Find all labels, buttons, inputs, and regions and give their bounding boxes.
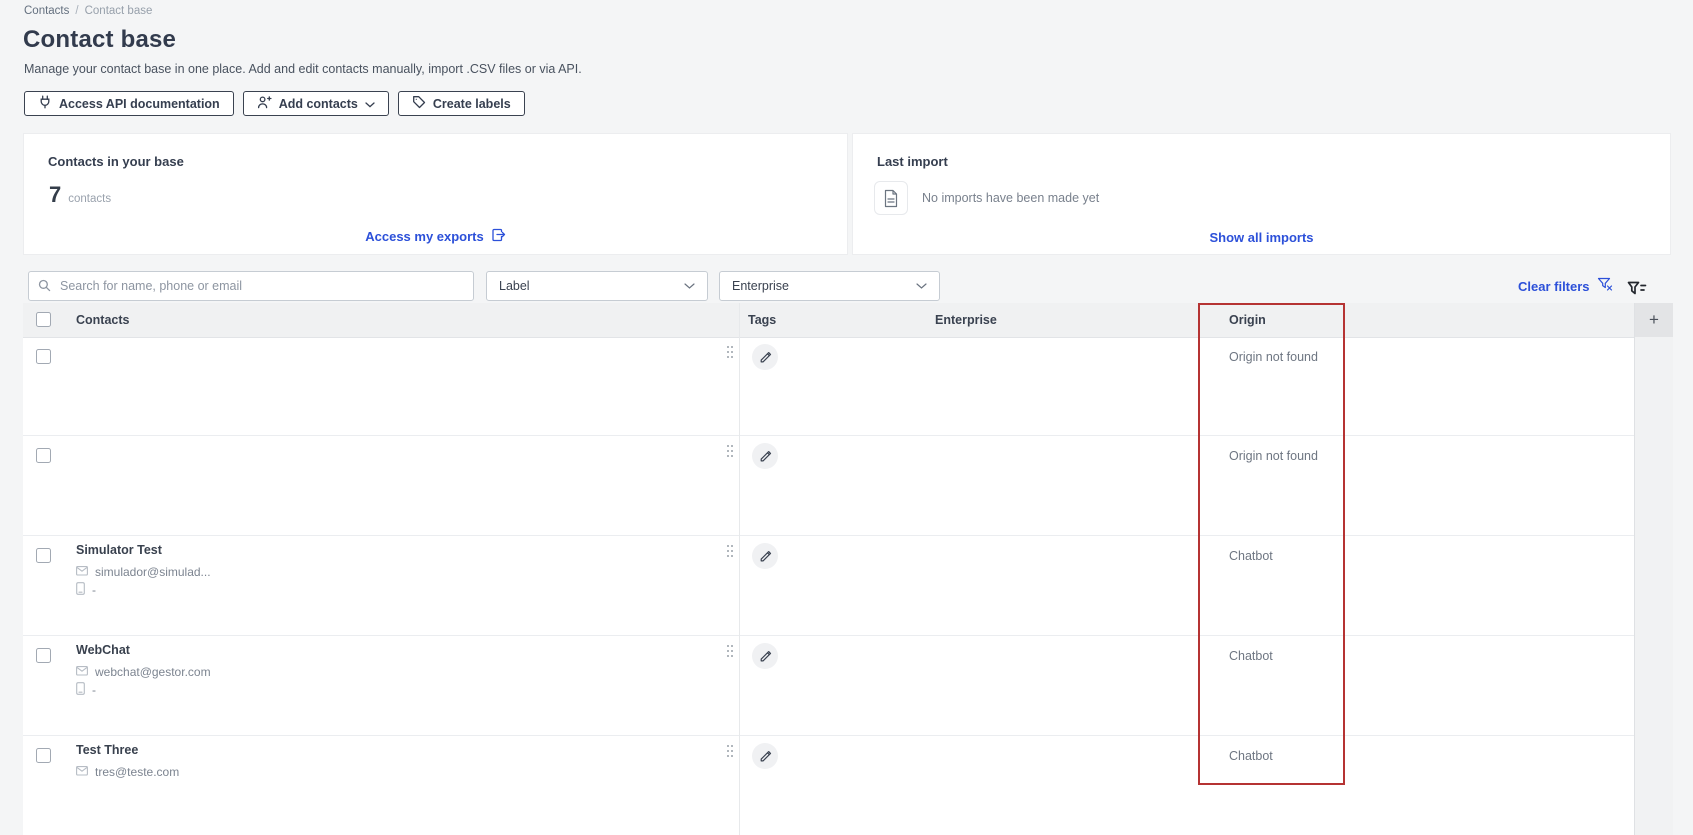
breadcrumb-contacts[interactable]: Contacts bbox=[24, 5, 69, 17]
contact-name: Simulator Test bbox=[76, 543, 162, 557]
email-icon bbox=[76, 565, 88, 580]
chevron-down-icon bbox=[916, 279, 927, 293]
row-menu-icon[interactable] bbox=[726, 345, 736, 361]
contact-name: Test Three bbox=[76, 743, 139, 757]
edit-tags-button[interactable] bbox=[752, 443, 778, 469]
create-labels-label: Create labels bbox=[432, 96, 511, 111]
page-title: Contact base bbox=[23, 26, 177, 53]
contact-cell: WebChat webchat@gestor.com - bbox=[76, 642, 211, 699]
breadcrumb-separator: / bbox=[75, 5, 79, 17]
origin-value: Origin not found bbox=[1229, 350, 1318, 364]
filter-list-icon bbox=[1627, 281, 1647, 300]
table-row: Origin not found bbox=[23, 436, 1634, 536]
contact-base-page: Contacts / Contact base Contact base Man… bbox=[0, 0, 1693, 835]
show-all-imports-link[interactable]: Show all imports bbox=[853, 230, 1670, 245]
breadcrumb-current: Contact base bbox=[84, 5, 153, 17]
contact-search bbox=[28, 271, 474, 301]
row-checkbox[interactable] bbox=[36, 448, 51, 463]
column-header-origin[interactable]: Origin bbox=[1229, 313, 1266, 327]
column-header-contacts[interactable]: Contacts bbox=[76, 313, 129, 327]
table-right-rail: + bbox=[1634, 303, 1673, 835]
last-import-title: Last import bbox=[877, 154, 948, 169]
phone-icon bbox=[76, 682, 85, 699]
table-header: Contacts Tags Enterprise Origin bbox=[23, 303, 1634, 338]
page-subtitle: Manage your contact base in one place. A… bbox=[24, 62, 582, 76]
add-column-button[interactable]: + bbox=[1635, 303, 1673, 337]
last-import-empty-state: No imports have been made yet bbox=[874, 181, 1099, 215]
no-imports-message: No imports have been made yet bbox=[922, 191, 1100, 205]
row-menu-icon[interactable] bbox=[726, 444, 736, 460]
contact-name: WebChat bbox=[76, 643, 130, 657]
edit-tags-button[interactable] bbox=[752, 344, 778, 370]
table-row: Simulator Test simulador@simulad... - Ch… bbox=[23, 536, 1634, 636]
access-api-documentation-label: Access API documentation bbox=[59, 96, 220, 111]
contact-email: webchat@gestor.com bbox=[95, 665, 211, 679]
contacts-in-base-card: Contacts in your base 7 contacts Access … bbox=[24, 134, 847, 254]
toolbar: Access API documentation Add contacts Cr… bbox=[24, 91, 525, 116]
export-icon bbox=[491, 227, 506, 245]
search-input[interactable] bbox=[28, 271, 474, 301]
label-dropdown[interactable]: Label bbox=[486, 271, 708, 301]
table-row: WebChat webchat@gestor.com - Chatbot bbox=[23, 636, 1634, 736]
access-my-exports-label: Access my exports bbox=[365, 228, 484, 244]
create-labels-button[interactable]: Create labels bbox=[397, 91, 525, 116]
table-row: Origin not found bbox=[23, 337, 1634, 436]
contacts-count-unit: contacts bbox=[68, 193, 112, 205]
filter-settings-button[interactable] bbox=[1626, 279, 1648, 301]
contact-phone: - bbox=[92, 583, 96, 597]
contact-phone: - bbox=[92, 683, 96, 697]
email-icon bbox=[76, 765, 88, 780]
contact-email: tres@teste.com bbox=[95, 765, 180, 779]
phone-icon bbox=[76, 582, 85, 599]
chevron-down-icon bbox=[684, 279, 695, 293]
contacts-count: 7 contacts bbox=[49, 182, 111, 208]
contact-cell: Simulator Test simulador@simulad... - bbox=[76, 542, 211, 599]
column-header-tags[interactable]: Tags bbox=[748, 313, 776, 327]
origin-value: Chatbot bbox=[1229, 749, 1273, 763]
add-contacts-button[interactable]: Add contacts bbox=[242, 91, 389, 116]
clear-filters-link[interactable]: Clear filters bbox=[1518, 277, 1613, 295]
origin-value: Chatbot bbox=[1229, 549, 1273, 563]
clear-filters-label: Clear filters bbox=[1518, 278, 1590, 294]
show-all-imports-label: Show all imports bbox=[1209, 230, 1314, 245]
add-contacts-label: Add contacts bbox=[278, 96, 358, 111]
access-api-documentation-button[interactable]: Access API documentation bbox=[24, 91, 234, 116]
contact-cell: Test Three tres@teste.com bbox=[76, 742, 179, 780]
row-menu-icon[interactable] bbox=[726, 644, 736, 660]
column-header-enterprise[interactable]: Enterprise bbox=[935, 313, 997, 327]
tag-icon bbox=[412, 95, 426, 112]
row-menu-icon[interactable] bbox=[726, 544, 736, 560]
breadcrumb: Contacts / Contact base bbox=[24, 5, 152, 17]
chevron-down-icon bbox=[365, 97, 375, 111]
clear-filter-icon bbox=[1597, 277, 1613, 295]
row-checkbox[interactable] bbox=[36, 648, 51, 663]
origin-value: Origin not found bbox=[1229, 449, 1318, 463]
row-menu-icon[interactable] bbox=[726, 744, 736, 760]
enterprise-dropdown[interactable]: Enterprise bbox=[719, 271, 940, 301]
plus-icon: + bbox=[1649, 310, 1659, 329]
access-my-exports-link[interactable]: Access my exports bbox=[24, 227, 847, 245]
edit-tags-button[interactable] bbox=[752, 743, 778, 769]
edit-tags-button[interactable] bbox=[752, 543, 778, 569]
person-add-icon bbox=[257, 95, 272, 112]
document-icon bbox=[874, 181, 908, 215]
row-checkbox[interactable] bbox=[36, 349, 51, 364]
last-import-card: Last import No imports have been made ye… bbox=[853, 134, 1670, 254]
row-checkbox[interactable] bbox=[36, 748, 51, 763]
email-icon bbox=[76, 665, 88, 680]
row-checkbox[interactable] bbox=[36, 548, 51, 563]
label-dropdown-value: Label bbox=[499, 279, 530, 293]
column-divider bbox=[739, 303, 740, 835]
select-all-checkbox[interactable] bbox=[36, 312, 51, 327]
origin-value: Chatbot bbox=[1229, 649, 1273, 663]
enterprise-dropdown-value: Enterprise bbox=[732, 279, 789, 293]
edit-tags-button[interactable] bbox=[752, 643, 778, 669]
search-icon bbox=[38, 279, 51, 297]
plug-icon bbox=[38, 95, 52, 112]
contact-email: simulador@simulad... bbox=[95, 565, 211, 579]
contacts-count-number: 7 bbox=[49, 182, 62, 207]
contacts-card-title: Contacts in your base bbox=[48, 154, 184, 169]
table-row: Test Three tres@teste.com Chatbot bbox=[23, 736, 1634, 835]
